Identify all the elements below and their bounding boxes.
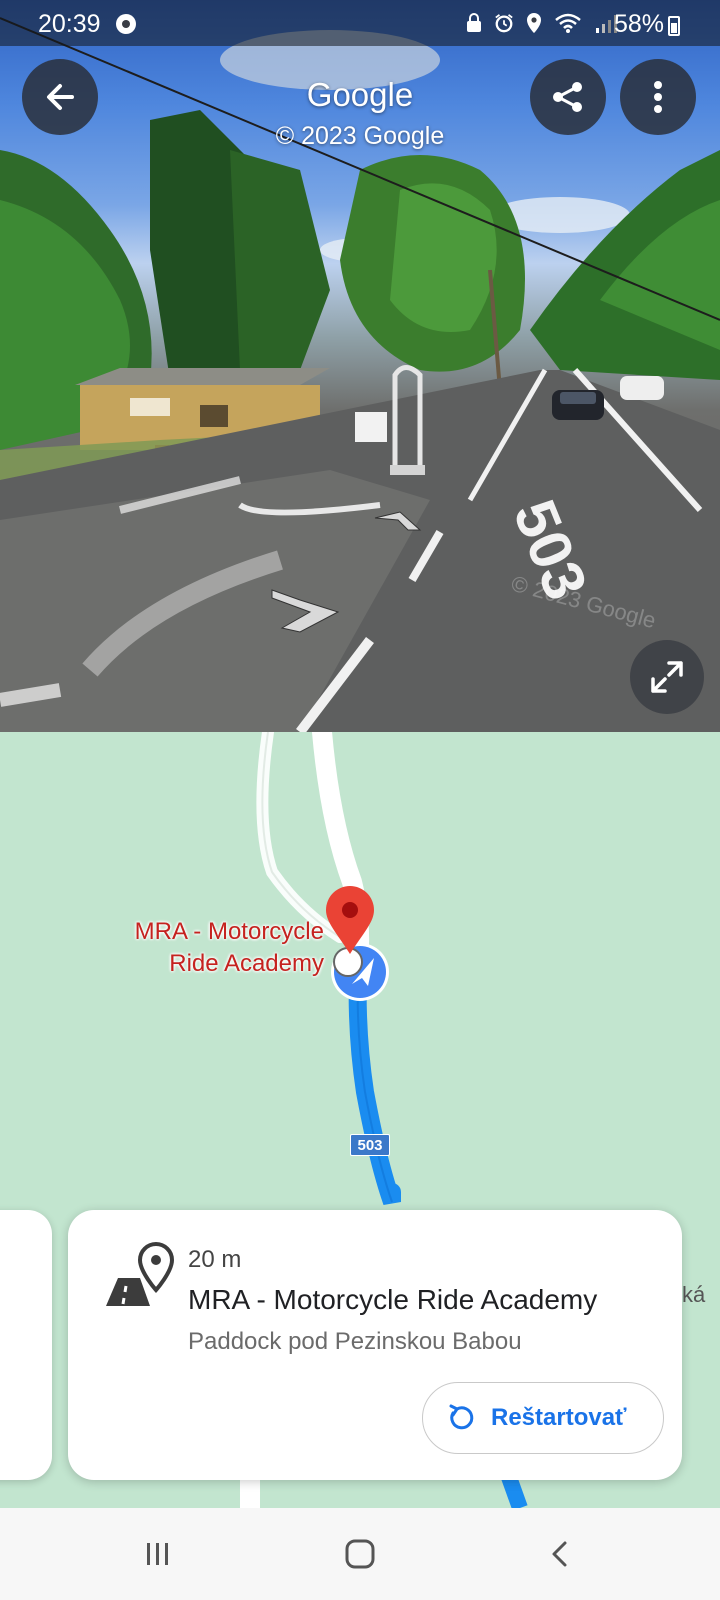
place-title: MRA - Motorcycle Ride Academy xyxy=(188,1284,598,1315)
nav-back-icon xyxy=(552,1541,567,1567)
restart-label: Reštartovať xyxy=(491,1404,627,1431)
home-button[interactable] xyxy=(330,1530,390,1578)
street-view-copyright: © 2023 Google xyxy=(275,122,445,150)
battery-icon xyxy=(668,16,680,36)
route-shield-503: 503 xyxy=(350,1134,390,1156)
status-icons xyxy=(464,12,618,34)
place-card[interactable]: 20 m MRA - Motorcycle Ride Academy Paddo… xyxy=(68,1210,682,1480)
place-subtitle: Paddock pod Pezinskou Babou xyxy=(188,1328,522,1355)
recent-apps-button[interactable] xyxy=(128,1530,188,1578)
more-options-button[interactable] xyxy=(620,59,696,135)
location-icon xyxy=(527,13,541,33)
expand-button[interactable] xyxy=(630,640,704,714)
status-time: 20:39 xyxy=(38,10,101,38)
street-view-title: Google xyxy=(306,76,414,113)
restart-button[interactable]: Reštartovať xyxy=(422,1382,664,1454)
chrome-icon xyxy=(116,14,136,34)
share-icon xyxy=(553,82,582,112)
alarm-icon xyxy=(495,14,513,33)
waypoint-dot xyxy=(333,947,363,977)
lock-icon xyxy=(467,13,481,32)
wifi-icon xyxy=(555,13,581,33)
more-vert-icon xyxy=(654,81,662,113)
nav-back-button[interactable] xyxy=(530,1530,590,1578)
place-distance: 20 m xyxy=(188,1246,242,1273)
street-view-panorama[interactable]: 503 © 2023 Google 20:39 58% Google © 202… xyxy=(0,0,720,732)
map-place-label[interactable]: MRA - Motorcycle Ride Academy xyxy=(100,916,324,980)
recent-apps-icon xyxy=(147,1543,168,1565)
status-bar: 20:39 58% xyxy=(0,0,720,46)
battery-percent: 58% xyxy=(614,10,665,38)
home-icon xyxy=(345,1539,375,1569)
previous-card[interactable] xyxy=(0,1210,52,1480)
racetrack-pin-icon xyxy=(106,1242,175,1306)
share-button[interactable] xyxy=(530,59,606,135)
restart-icon xyxy=(449,1404,474,1430)
system-nav-bar xyxy=(0,1508,720,1600)
map-edge-label: ká xyxy=(682,1282,706,1307)
expand-icon xyxy=(651,661,683,693)
